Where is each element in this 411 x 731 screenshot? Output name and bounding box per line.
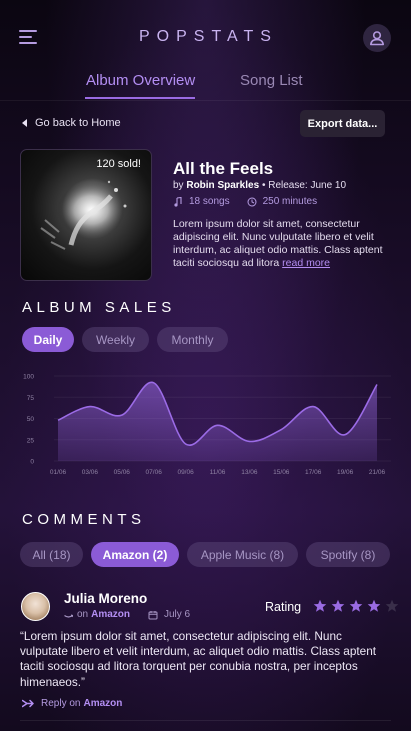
by-prefix: by	[173, 180, 184, 191]
chart-x-tick-label: 05/06	[114, 469, 131, 476]
reply-link[interactable]: Reply on Amazon	[22, 698, 122, 709]
album-description: Lorem ipsum dolor sit amet, consectetur …	[173, 218, 395, 270]
chart-x-tick-label: 11/06	[210, 469, 226, 476]
tabs-divider	[0, 100, 411, 101]
calendar-icon	[148, 610, 158, 619]
chart-x-tick-label: 03/06	[82, 469, 99, 476]
comment-author-name: Julia Moreno	[64, 591, 148, 606]
song-count: 18 songs	[173, 196, 230, 207]
avatar	[21, 592, 50, 621]
star-icon	[313, 599, 327, 612]
comment-divider	[20, 720, 391, 721]
star-icon	[331, 599, 345, 612]
chart-x-tick-label: 17/06	[305, 469, 322, 476]
clock-icon	[247, 197, 257, 206]
star-icon	[349, 599, 363, 612]
comment-filter-all[interactable]: All (18)	[20, 542, 83, 567]
chart-y-tick-label: 75	[27, 395, 35, 402]
reply-target: Amazon	[83, 698, 123, 709]
chart-x-tick-label: 19/06	[337, 469, 354, 476]
amazon-logo-icon	[64, 614, 73, 618]
release-date: June 10	[310, 180, 347, 191]
comments-heading: COMMENTS	[22, 511, 146, 528]
read-more-link[interactable]: read more	[282, 257, 330, 269]
album-description-text: Lorem ipsum dolor sit amet, consectetur …	[173, 218, 383, 269]
album-sales-heading: ALBUM SALES	[22, 299, 176, 316]
album-duration: 250 minutes	[247, 196, 317, 207]
release-prefix: • Release:	[261, 180, 308, 191]
chart-x-tick-label: 13/06	[241, 469, 258, 476]
rating-label: Rating	[265, 600, 302, 614]
comment-date-label: July 6	[164, 609, 191, 620]
chart-x-tick-label: 07/06	[146, 469, 163, 476]
album-stats: 18 songs 250 minutes	[173, 196, 334, 207]
top-bar: POPSTATS	[0, 0, 411, 62]
tab-album-overview[interactable]: Album Overview	[86, 72, 195, 89]
app-root: POPSTATS Album Overview Song List Go bac…	[0, 0, 411, 731]
star-icon	[367, 599, 381, 612]
chart-y-tick-label: 0	[30, 459, 34, 466]
artist-name: Robin Sparkles	[186, 180, 260, 191]
song-count-label: 18 songs	[189, 196, 230, 207]
export-data-button[interactable]: Export data...	[300, 110, 385, 137]
triangle-left-icon	[22, 119, 27, 127]
chart-y-tick-label: 50	[27, 416, 35, 423]
chart-y-tick-label: 25	[27, 437, 35, 444]
reply-prefix: Reply on	[41, 698, 81, 709]
comment-date: July 6	[148, 609, 190, 620]
chart-x-tick-label: 15/06	[273, 469, 290, 476]
user-profile-icon	[370, 31, 384, 46]
comment-filter-apple-music[interactable]: Apple Music (8)	[187, 542, 298, 567]
filter-monthly[interactable]: Monthly	[157, 327, 228, 352]
back-to-home-link[interactable]: Go back to Home	[22, 117, 121, 129]
comment-body: “Lorem ipsum dolor sit amet, consectetur…	[20, 629, 377, 689]
album-title: All the Feels	[173, 159, 274, 178]
chart-y-tick-label: 100	[23, 374, 34, 381]
filter-daily[interactable]: Daily	[22, 327, 74, 352]
app-title: POPSTATS	[139, 28, 278, 45]
comment-source-name: Amazon	[91, 609, 131, 620]
user-profile-button[interactable]	[363, 24, 391, 52]
duration-label: 250 minutes	[262, 196, 318, 207]
album-cover: 120 sold!	[20, 149, 152, 281]
chart-x-tick-label: 09/06	[177, 469, 194, 476]
album-meta: by Robin Sparkles • Release: June 10	[173, 180, 346, 191]
album-sales-chart: 0 25 50 75 100 01/06 03/06 05/06 07/06 09/06 11/06…	[23, 374, 391, 476]
sold-badge: 120 sold!	[96, 158, 141, 170]
tab-song-list[interactable]: Song List	[240, 72, 303, 89]
music-note-icon	[174, 196, 182, 207]
filter-weekly[interactable]: Weekly	[82, 327, 149, 352]
reply-arrow-icon	[22, 699, 34, 708]
comment-source: on Amazon	[64, 609, 130, 620]
star-rating	[313, 599, 403, 613]
active-tab-indicator	[85, 97, 195, 99]
comment-source-prefix: on	[77, 609, 89, 620]
comment-filter-spotify[interactable]: Spotify (8)	[306, 542, 390, 567]
back-link-label: Go back to Home	[35, 117, 121, 129]
chart-x-tick-label: 01/06	[50, 469, 67, 476]
view-tabs: Album Overview Song List	[0, 72, 411, 102]
chart-x-tick-label: 21/06	[369, 469, 386, 476]
star-icon	[385, 599, 399, 612]
comment-filter-amazon[interactable]: Amazon (2)	[91, 542, 179, 567]
